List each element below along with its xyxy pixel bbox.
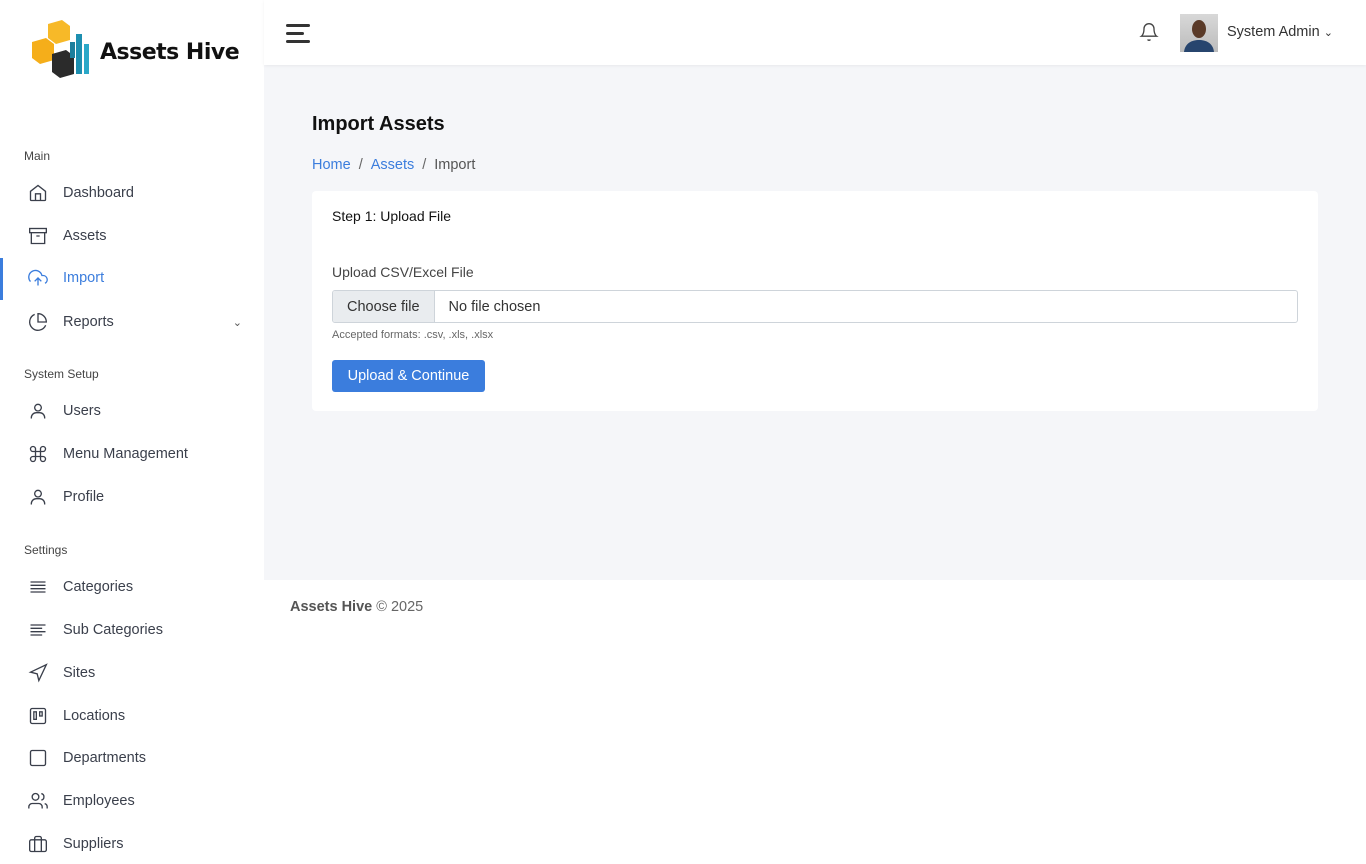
sidebar-item-label: Menu Management xyxy=(63,446,188,462)
command-icon xyxy=(29,445,47,463)
section-system-setup: System Setup xyxy=(24,367,99,381)
sidebar-item-sites[interactable]: Sites xyxy=(0,653,264,693)
bell-icon[interactable] xyxy=(1139,22,1159,42)
sidebar-item-label: Sites xyxy=(63,665,96,681)
section-main: Main xyxy=(24,149,51,163)
sidebar-item-label: Assets xyxy=(63,228,107,244)
upload-continue-button[interactable]: Upload & Continue xyxy=(332,360,485,392)
avatar[interactable] xyxy=(1180,14,1218,52)
sidebar-item-label: Users xyxy=(63,403,101,419)
section-settings: Settings xyxy=(24,543,68,557)
sidebar-item-label: Employees xyxy=(63,793,135,809)
breadcrumb-separator: / xyxy=(358,157,363,173)
sidebar-item-label: Departments xyxy=(63,750,147,766)
sidebar-item-suppliers[interactable]: Suppliers xyxy=(0,824,264,864)
sidebar-item-label: Import xyxy=(63,270,105,286)
user-menu[interactable]: System Admin ⌄ xyxy=(1227,24,1333,40)
square-icon xyxy=(29,749,47,767)
breadcrumb-separator: / xyxy=(422,157,427,173)
sidebar: Assets Hive Main Dashboard Assets Import… xyxy=(0,0,264,864)
navigation-icon xyxy=(28,663,48,683)
breadcrumb-home[interactable]: Home xyxy=(312,157,351,173)
page-title: Import Assets xyxy=(312,113,445,135)
card-title: Step 1: Upload File xyxy=(332,208,452,224)
choose-file-button[interactable]: Choose file xyxy=(333,291,435,322)
archive-icon xyxy=(29,227,47,245)
sidebar-item-users[interactable]: Users xyxy=(0,391,264,431)
align-left-icon xyxy=(30,624,46,636)
sidebar-item-reports[interactable]: Reports ⌄ xyxy=(0,302,264,342)
user-icon xyxy=(30,489,46,505)
sidebar-item-label: Dashboard xyxy=(63,185,134,201)
sidebar-item-label: Reports xyxy=(63,314,114,330)
list-icon xyxy=(30,581,46,593)
sidebar-item-label: Categories xyxy=(63,579,134,595)
chevron-down-icon: ⌄ xyxy=(232,316,242,329)
file-input[interactable]: Choose file No file chosen xyxy=(332,290,1298,323)
logo[interactable]: Assets Hive xyxy=(30,20,240,84)
file-field-label: Upload CSV/Excel File xyxy=(332,264,474,280)
logo-icon xyxy=(32,20,89,78)
sidebar-item-departments[interactable]: Departments xyxy=(0,738,264,778)
trello-icon xyxy=(29,707,47,725)
user-icon xyxy=(30,403,46,419)
main-content: Import Assets Home / Assets / Import Step 1:… xyxy=(264,65,1366,580)
sidebar-item-assets[interactable]: Assets xyxy=(0,216,264,256)
sidebar-item-sub-categories[interactable]: Sub Categories xyxy=(0,610,264,650)
breadcrumb: Home / Assets / Import xyxy=(312,157,475,173)
sidebar-item-dashboard[interactable]: Dashboard xyxy=(0,173,264,213)
file-status: No file chosen xyxy=(448,298,541,315)
briefcase-icon xyxy=(29,835,47,853)
home-icon xyxy=(29,184,47,202)
sidebar-item-locations[interactable]: Locations xyxy=(0,696,264,736)
upload-card: Step 1: Upload File Upload CSV/Excel Fil… xyxy=(312,191,1318,411)
sidebar-item-label: Sub Categories xyxy=(63,622,163,638)
breadcrumb-assets[interactable]: Assets xyxy=(371,157,415,173)
footer-copyright: © 2025 xyxy=(376,599,424,615)
footer-brand: Assets Hive xyxy=(290,599,373,615)
user-name: System Admin xyxy=(1227,24,1320,40)
footer: Assets Hive © 2025 xyxy=(264,580,1366,633)
chevron-down-icon: ⌄ xyxy=(1323,27,1333,39)
users-icon xyxy=(28,792,48,809)
sidebar-item-label: Locations xyxy=(63,708,126,724)
sidebar-item-categories[interactable]: Categories xyxy=(0,567,264,607)
accepted-formats-hint: Accepted formats: .csv, .xls, .xlsx xyxy=(332,329,494,341)
upload-cloud-icon xyxy=(28,269,48,286)
breadcrumb-current: Import xyxy=(434,157,476,173)
sidebar-item-employees[interactable]: Employees xyxy=(0,781,264,821)
sidebar-item-profile[interactable]: Profile xyxy=(0,477,264,517)
top-navbar: System Admin ⌄ xyxy=(264,0,1366,65)
sidebar-item-import[interactable]: Import xyxy=(0,258,264,300)
brand-name: Assets Hive xyxy=(100,39,240,65)
pie-chart-icon xyxy=(29,312,48,331)
sidebar-item-menu-management[interactable]: Menu Management xyxy=(0,434,264,474)
menu-toggle-icon[interactable] xyxy=(286,24,310,48)
sidebar-item-label: Profile xyxy=(63,489,105,505)
sidebar-item-label: Suppliers xyxy=(63,836,124,852)
